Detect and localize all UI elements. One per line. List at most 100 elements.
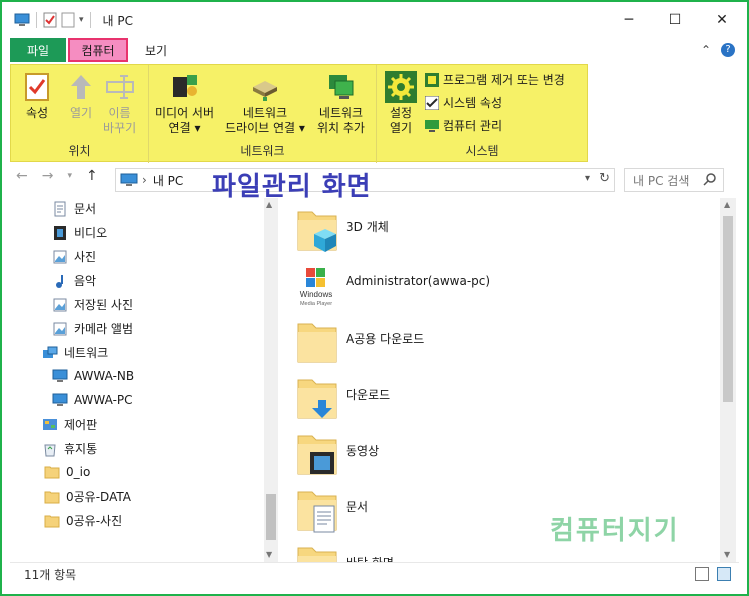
- group-title-system: 시스템: [465, 144, 499, 158]
- system-properties-button[interactable]: 시스템 속성: [425, 94, 565, 111]
- back-arrow-icon[interactable]: ←: [16, 168, 28, 184]
- title-bar: ▾ 내 PC ─ ☐ ✕: [2, 2, 747, 38]
- ribbon-group-location: 속성 열기 이름 바꾸기 위치: [11, 65, 149, 163]
- nav-item[interactable]: 네트워크: [42, 344, 108, 361]
- uninstall-program-button[interactable]: 프로그램 제거 또는 변경: [425, 71, 565, 88]
- ribbon: 속성 열기 이름 바꾸기 위치 미디어 서버 연결 ▾ 네트워크 드라이브 연결…: [10, 64, 588, 163]
- add-location-label-2: 위치 추가: [317, 121, 365, 135]
- nav-item-label: AWWA-NB: [74, 369, 135, 383]
- nav-scrollbar[interactable]: ▲ ▼: [264, 198, 278, 562]
- search-icon[interactable]: [703, 172, 717, 186]
- minimize-button[interactable]: ─: [606, 2, 652, 38]
- content-item[interactable]: 3D 개체: [292, 206, 389, 254]
- nav-item[interactable]: 비디오: [52, 224, 107, 241]
- map-network-drive-button[interactable]: 네트워크 드라이브 연결 ▾: [225, 71, 305, 136]
- nav-item[interactable]: 0_io: [44, 464, 90, 480]
- help-icon[interactable]: ?: [721, 43, 735, 57]
- scroll-up-icon[interactable]: ▲: [724, 200, 730, 209]
- content-item-label: 동영상: [346, 444, 380, 458]
- details-view-icon[interactable]: [695, 567, 709, 581]
- content-item[interactable]: 동영상: [292, 430, 379, 478]
- content-scrollbar[interactable]: ▲ ▼: [720, 198, 736, 562]
- recent-dropdown-icon[interactable]: ▾: [67, 171, 72, 181]
- customize-dropdown-icon[interactable]: ▾: [79, 15, 84, 25]
- scroll-up-icon[interactable]: ▲: [266, 200, 272, 209]
- content-item-label: 바탕 화면: [346, 554, 394, 562]
- music-icon: [52, 273, 68, 289]
- nav-item-label: 문서: [74, 202, 97, 216]
- breadcrumb-path[interactable]: 내 PC: [153, 172, 183, 189]
- nav-item[interactable]: 휴지통: [42, 440, 97, 457]
- breadcrumb-separator-icon[interactable]: ›: [142, 173, 147, 187]
- address-dropdown-icon[interactable]: ▾: [585, 173, 590, 184]
- tab-view[interactable]: 보기: [132, 38, 180, 62]
- nav-item[interactable]: 저장된 사진: [52, 296, 133, 313]
- system-commands: 프로그램 제거 또는 변경 시스템 속성 컴퓨터 관리: [425, 71, 565, 134]
- content-item-label: Administrator(awwa-pc): [346, 274, 491, 288]
- nav-item[interactable]: 음악: [52, 272, 96, 289]
- computer-icon: [52, 368, 68, 384]
- downloads-folder-icon: [292, 374, 340, 422]
- group-title-network: 네트워크: [240, 144, 285, 158]
- maximize-button[interactable]: ☐: [652, 2, 698, 38]
- properties-button[interactable]: 속성: [21, 71, 53, 121]
- refresh-icon[interactable]: ↻: [599, 171, 610, 186]
- close-button[interactable]: ✕: [699, 2, 745, 38]
- properties-label: 속성: [25, 106, 49, 120]
- divider: [89, 12, 91, 28]
- nav-item-label: 0공유-DATA: [66, 490, 131, 504]
- search-box[interactable]: 내 PC 검색: [624, 168, 724, 192]
- content-item[interactable]: 문서: [292, 486, 368, 534]
- nav-item[interactable]: 문서: [52, 200, 96, 217]
- recycle-bin-icon: [42, 441, 58, 457]
- media-server-button[interactable]: 미디어 서버 연결 ▾: [155, 71, 214, 136]
- nav-item[interactable]: 카메라 앨범: [52, 320, 133, 337]
- nav-scroll-thumb[interactable]: [266, 494, 276, 540]
- content-item[interactable]: 다운로드: [292, 374, 390, 422]
- computer-icon[interactable]: [14, 13, 30, 27]
- tab-computer[interactable]: 컴퓨터: [68, 38, 128, 62]
- content-scroll-thumb[interactable]: [723, 216, 733, 402]
- new-file-icon[interactable]: [61, 12, 75, 28]
- group-title-location: 위치: [68, 144, 91, 158]
- content-item[interactable]: 바탕 화면: [292, 542, 394, 562]
- computer-management-button[interactable]: 컴퓨터 관리: [425, 117, 565, 134]
- picture-icon: [52, 321, 68, 337]
- content-item[interactable]: Windows Media Player Administrator(awwa-pc…: [292, 262, 490, 310]
- collapse-ribbon-icon[interactable]: ⌃: [701, 43, 711, 57]
- forward-arrow-icon[interactable]: →: [42, 168, 54, 184]
- nav-item-label: 음악: [74, 274, 97, 288]
- item-count: 11개 항목: [24, 568, 77, 582]
- scroll-down-icon[interactable]: ▼: [266, 550, 272, 559]
- up-arrow-icon[interactable]: ↑: [86, 168, 98, 184]
- tab-file[interactable]: 파일: [10, 38, 66, 62]
- nav-item[interactable]: 0공유-사진: [44, 512, 122, 529]
- large-icons-view-icon[interactable]: [717, 567, 731, 581]
- wmp-logo-text: Windows: [300, 290, 332, 299]
- nav-item[interactable]: 제어판: [42, 416, 97, 433]
- media-server-label-1: 미디어 서버: [155, 106, 215, 120]
- ribbon-group-network: 미디어 서버 연결 ▾ 네트워크 드라이브 연결 ▾ 네트워크 위치 추가 네트…: [149, 65, 377, 163]
- rename-button[interactable]: 이름 바꾸기: [103, 71, 136, 136]
- content-item[interactable]: A공용 다운로드: [292, 318, 424, 366]
- content-item-label: 다운로드: [346, 388, 391, 402]
- properties-icon[interactable]: [43, 12, 57, 28]
- search-input[interactable]: 내 PC 검색: [633, 172, 689, 189]
- document-icon: [52, 201, 68, 217]
- open-button[interactable]: 열기: [65, 71, 97, 121]
- picture-icon: [52, 249, 68, 265]
- nav-item[interactable]: 0공유-DATA: [44, 488, 131, 505]
- open-settings-button[interactable]: 설정 열기: [385, 71, 417, 136]
- folder-icon: [292, 318, 340, 366]
- desktop-folder-icon: [292, 542, 340, 562]
- nav-item[interactable]: AWWA-PC: [52, 392, 133, 408]
- computer-icon: [52, 392, 68, 408]
- documents-folder-icon: [292, 486, 340, 534]
- nav-item[interactable]: 사진: [52, 248, 96, 265]
- add-network-location-button[interactable]: 네트워크 위치 추가: [317, 71, 365, 136]
- divider: [36, 12, 37, 28]
- rename-icon: [105, 75, 134, 99]
- nav-item[interactable]: AWWA-NB: [52, 368, 134, 384]
- video-icon: [52, 225, 68, 241]
- scroll-down-icon[interactable]: ▼: [724, 550, 730, 559]
